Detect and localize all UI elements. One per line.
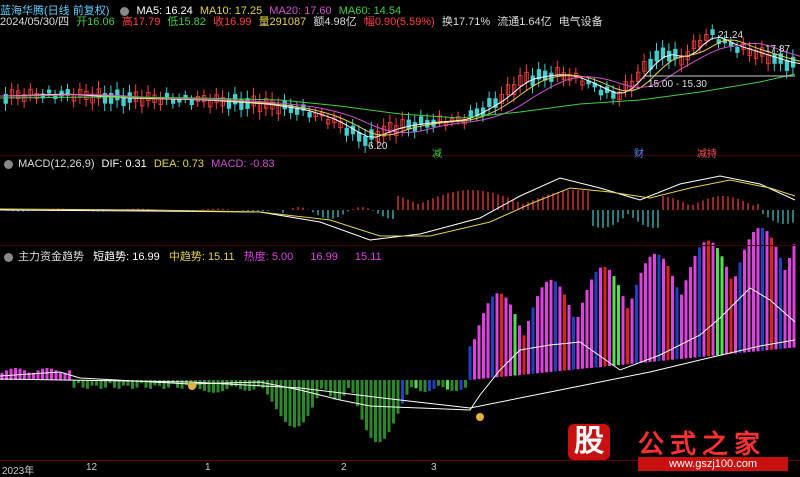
candle-body bbox=[369, 129, 374, 140]
trend-v1: 16.99 bbox=[310, 251, 338, 263]
candle-body bbox=[710, 29, 715, 36]
macd-header: MACD(12,26,9) DIF: 0.31 DEA: 0.73 MACD: … bbox=[0, 158, 275, 170]
axis-tick-12: 12 bbox=[86, 462, 98, 473]
panel-divider-main bbox=[0, 155, 800, 156]
candle-body bbox=[307, 112, 312, 118]
macd-dif: DIF: 0.31 bbox=[101, 158, 147, 170]
candle-body bbox=[487, 98, 492, 107]
trend-mid: 中趋势: 15.11 bbox=[168, 251, 235, 263]
low-price-mark: 6.20 bbox=[368, 141, 388, 152]
candle-body bbox=[344, 127, 349, 136]
candle-body bbox=[530, 75, 535, 87]
candle-body bbox=[468, 110, 473, 117]
candle-body bbox=[406, 119, 411, 130]
axis-tick-1: 1 bbox=[205, 462, 211, 473]
trend-hot: 热度: 5.00 bbox=[243, 251, 294, 263]
candle-body bbox=[654, 50, 659, 62]
money-bag-icon bbox=[188, 382, 196, 390]
trend-settings-icon[interactable] bbox=[4, 252, 13, 262]
high-price-mark: 21.24 bbox=[718, 30, 744, 41]
event-marker-2[interactable]: 财 bbox=[634, 145, 644, 160]
watermark: 股 公式之家 www.gszj100.com bbox=[560, 424, 798, 474]
macd-value: MACD: -0.83 bbox=[211, 158, 275, 170]
candle-body bbox=[735, 46, 740, 53]
candle-body bbox=[245, 98, 250, 109]
candle-body bbox=[189, 100, 194, 106]
trend-short: 短趋势: 16.99 bbox=[93, 251, 160, 263]
right-price-mark: 17.87 bbox=[765, 44, 791, 55]
candle-body bbox=[660, 47, 666, 59]
macd-settings-icon[interactable] bbox=[4, 159, 13, 169]
candle-body bbox=[673, 48, 678, 60]
axis-tick-3: 3 bbox=[431, 462, 437, 473]
trend-title[interactable]: 主力资金趋势 bbox=[18, 251, 84, 263]
range-box-label: 15.00 - 15.30 bbox=[648, 79, 707, 90]
candle-body bbox=[356, 132, 362, 142]
watermark-url: www.gszj100.com bbox=[638, 457, 788, 471]
trend-v2: 15.11 bbox=[354, 251, 382, 263]
money-bag-icon bbox=[476, 413, 484, 421]
candle-body bbox=[772, 53, 777, 64]
candle-body bbox=[47, 89, 52, 94]
macd-title[interactable]: MACD(12,26,9) bbox=[18, 158, 94, 170]
event-marker-3[interactable]: 减持 bbox=[697, 145, 717, 160]
chart-canvas[interactable] bbox=[0, 0, 800, 475]
axis-tick-2: 2 bbox=[341, 462, 347, 473]
panel-divider-macd bbox=[0, 245, 800, 246]
candle-body bbox=[784, 60, 790, 71]
candle-body bbox=[598, 89, 604, 96]
trend-header: 主力资金趋势 短趋势: 16.99 中趋势: 15.11 热度: 5.00 16… bbox=[0, 248, 382, 264]
watermark-brand: 公式之家 bbox=[638, 430, 767, 460]
candle-body bbox=[543, 70, 548, 81]
event-marker-1[interactable]: 减 bbox=[432, 145, 442, 160]
macd-dea: DEA: 0.73 bbox=[153, 158, 204, 170]
candle-body bbox=[115, 89, 120, 101]
watermark-logo: 股 bbox=[568, 424, 610, 460]
candle-body bbox=[363, 135, 368, 146]
candle-body bbox=[418, 116, 424, 125]
